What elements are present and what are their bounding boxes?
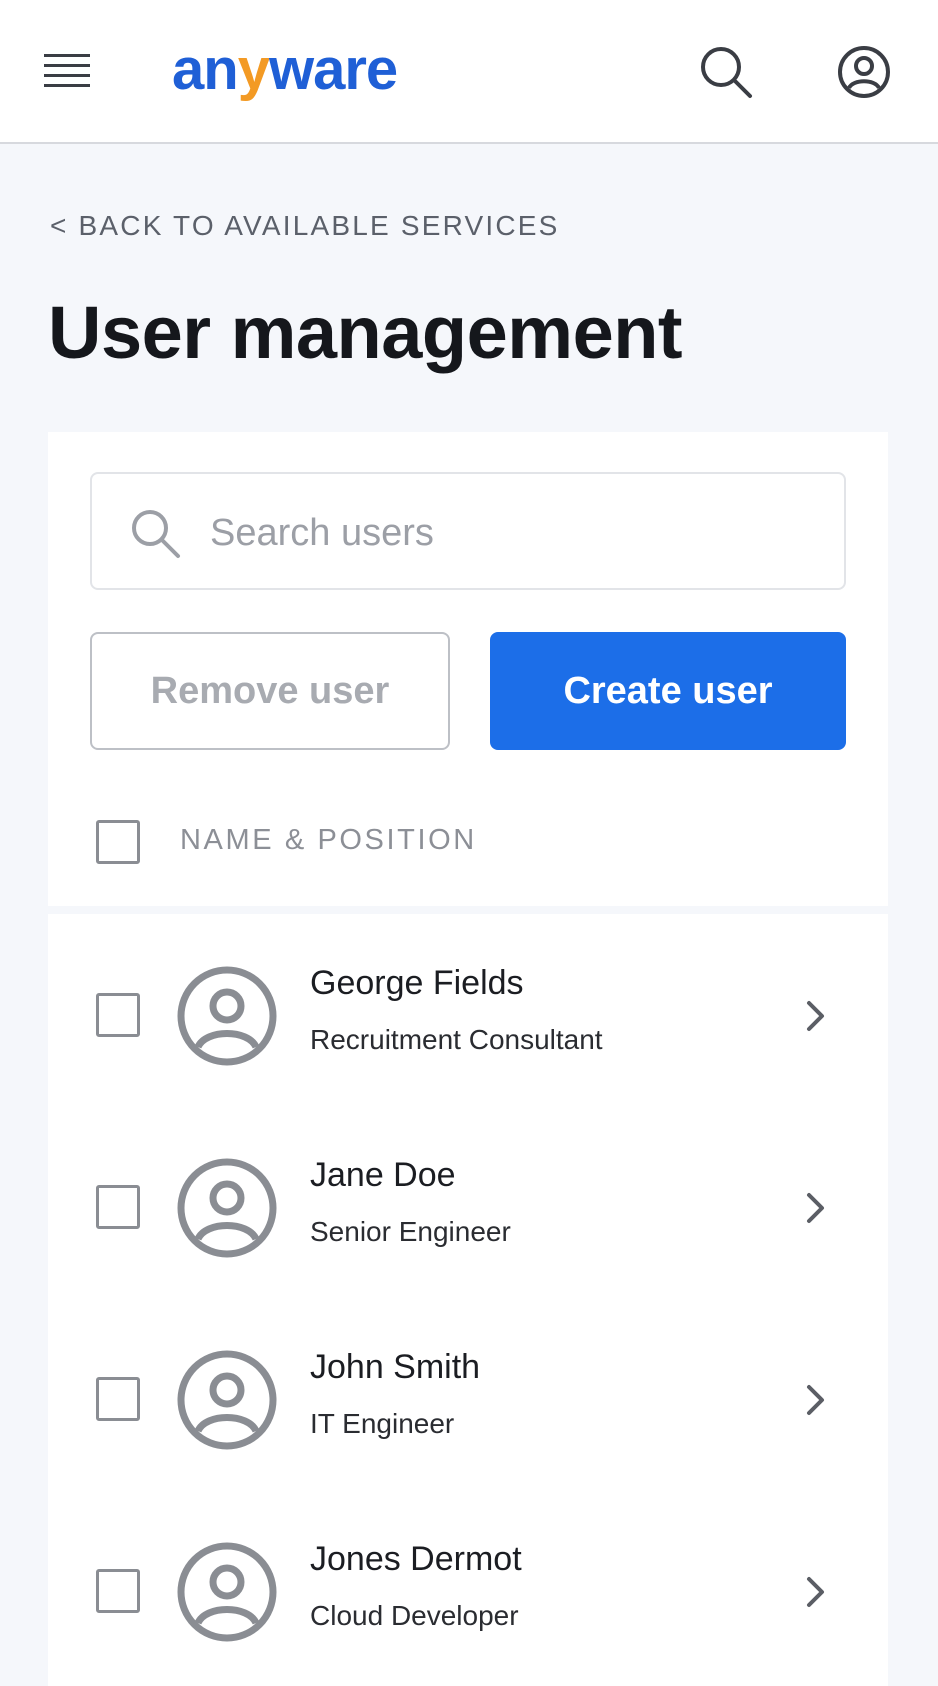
user-row[interactable]: Jones Dermot Cloud Developer	[48, 1490, 888, 1686]
search-icon	[132, 510, 180, 558]
page-title: User management	[48, 291, 683, 374]
user-name: Jane Doe	[310, 1156, 456, 1194]
column-header-name-position: NAME & POSITION	[180, 824, 477, 856]
back-to-services-link[interactable]: < BACK TO AVAILABLE SERVICES	[50, 210, 560, 242]
user-avatar-icon	[176, 1541, 278, 1643]
chevron-right-icon[interactable]	[800, 998, 830, 1034]
user-row[interactable]: Jane Doe Senior Engineer	[48, 1106, 888, 1302]
search-icon[interactable]	[698, 44, 754, 100]
top-app-bar: anyware	[0, 0, 938, 144]
create-user-button[interactable]: Create user	[490, 632, 846, 750]
hamburger-menu-icon[interactable]	[44, 52, 90, 92]
user-management-panel: Remove user Create user NAME & POSITION	[48, 432, 888, 906]
brand-logo-accent: y	[237, 37, 270, 102]
user-name: George Fields	[310, 964, 524, 1002]
brand-logo[interactable]: anyware	[172, 30, 398, 110]
user-avatar-icon	[176, 965, 278, 1067]
user-row[interactable]: George Fields Recruitment Consultant	[48, 914, 888, 1110]
user-position: Cloud Developer	[310, 1600, 519, 1631]
user-row[interactable]: John Smith IT Engineer	[48, 1298, 888, 1494]
chevron-right-icon[interactable]	[800, 1574, 830, 1610]
user-account-icon[interactable]	[836, 44, 892, 100]
user-avatar-icon	[176, 1157, 278, 1259]
user-name: John Smith	[310, 1348, 481, 1386]
chevron-right-icon[interactable]	[800, 1382, 830, 1418]
brand-logo-suffix: ware	[268, 37, 398, 102]
user-row-checkbox[interactable]	[96, 1377, 140, 1421]
remove-user-button[interactable]: Remove user	[90, 632, 450, 750]
user-row-checkbox[interactable]	[96, 993, 140, 1037]
select-all-checkbox[interactable]	[96, 820, 140, 864]
user-avatar-icon	[176, 1349, 278, 1451]
user-position: Recruitment Consultant	[310, 1024, 603, 1055]
user-name: Jones Dermot	[310, 1540, 522, 1578]
search-field[interactable]	[90, 472, 846, 590]
user-row-checkbox[interactable]	[96, 1569, 140, 1613]
user-position: Senior Engineer	[310, 1216, 511, 1247]
search-users-input[interactable]	[210, 498, 810, 568]
user-position: IT Engineer	[310, 1408, 455, 1439]
user-row-checkbox[interactable]	[96, 1185, 140, 1229]
brand-logo-prefix: an	[172, 37, 239, 102]
chevron-right-icon[interactable]	[800, 1190, 830, 1226]
